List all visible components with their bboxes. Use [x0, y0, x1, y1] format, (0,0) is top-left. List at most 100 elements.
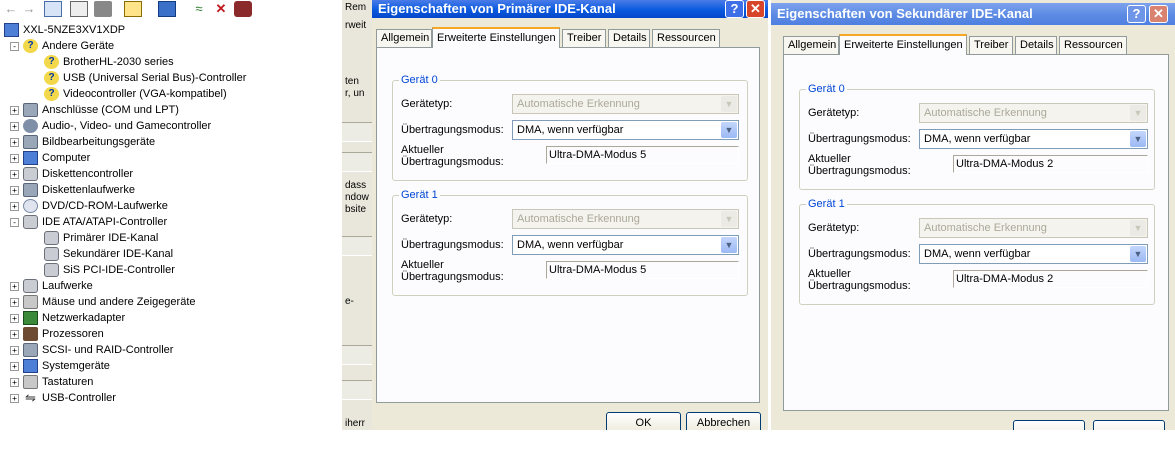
expand-icon[interactable]: + [10, 138, 19, 147]
chevron-down-icon[interactable]: ▼ [1130, 246, 1146, 262]
help-button[interactable]: ? [725, 0, 744, 18]
tree-item[interactable]: + Anschlüsse (COM und LPT) [0, 102, 342, 118]
tree-item-label: IDE ATA/ATAPI-Controller [42, 216, 168, 228]
uninstall-icon[interactable]: ✕ [212, 1, 230, 17]
drive-icon [23, 279, 38, 293]
background-text: r, un [345, 88, 365, 99]
expand-icon[interactable]: + [10, 186, 19, 195]
back-arrow-icon[interactable]: ← [2, 1, 20, 17]
toolbar: ← → ≈ ✕ [0, 0, 342, 20]
tree-item-label: Videocontroller (VGA-kompatibel) [63, 88, 227, 100]
tree-item[interactable]: + Audio-, Video- und Gamecontroller [0, 118, 342, 134]
transfer-mode-select[interactable]: DMA, wenn verfügbar ▼ [512, 120, 739, 140]
background-text: e- [345, 296, 354, 307]
expand-icon[interactable]: + [10, 170, 19, 179]
transfer-mode-value: DMA, wenn verfügbar [517, 239, 624, 251]
expand-icon[interactable]: + [10, 346, 19, 355]
chevron-down-icon[interactable]: ▼ [1130, 131, 1146, 147]
tab-treiber[interactable]: Treiber [562, 29, 606, 47]
collapse-icon[interactable]: - [10, 218, 19, 227]
tree-item[interactable]: + DVD/CD-ROM-Laufwerke [0, 198, 342, 214]
transfer-mode-value: DMA, wenn verfügbar [924, 248, 1031, 260]
ok-button[interactable]: OK [606, 412, 681, 430]
help-icon: ? [1132, 6, 1141, 21]
tree-item[interactable]: + SCSI- und RAID-Controller [0, 342, 342, 358]
tree-item[interactable]: + Laufwerke [0, 278, 342, 294]
tree-item[interactable]: + Mäuse und andere Zeigegeräte [0, 294, 342, 310]
forward-arrow-icon[interactable]: → [20, 1, 38, 17]
expand-icon[interactable]: + [10, 330, 19, 339]
controller-icon [44, 231, 59, 245]
properties-icon[interactable] [70, 1, 88, 17]
tree-item-label: Sekundärer IDE-Kanal [63, 248, 174, 260]
group-title: Gerät 0 [399, 73, 440, 87]
tree-item[interactable]: XXL-5NZE3XV1XDP [0, 22, 342, 38]
close-button[interactable]: ✕ [746, 0, 765, 18]
help-icon[interactable] [124, 1, 142, 17]
expand-icon[interactable]: + [10, 378, 19, 387]
print-icon[interactable] [94, 1, 112, 17]
expand-icon[interactable]: + [10, 106, 19, 115]
tree-item[interactable]: + Computer [0, 150, 342, 166]
tab-treiber[interactable]: Treiber [969, 36, 1013, 54]
update-driver-icon[interactable]: ≈ [190, 1, 208, 17]
disable-icon[interactable] [234, 1, 252, 17]
tree-item[interactable]: + Netzwerkadapter [0, 310, 342, 326]
close-button[interactable]: ✕ [1149, 5, 1168, 23]
separator [342, 236, 372, 256]
keyboard-icon [23, 375, 38, 389]
tree-item[interactable]: Primärer IDE-Kanal [0, 230, 342, 246]
transfer-mode-select[interactable]: DMA, wenn verfügbar ▼ [919, 244, 1148, 264]
tree-item[interactable]: + Bildbearbeitungsgeräte [0, 134, 342, 150]
transfer-mode-select[interactable]: DMA, wenn verfügbar ▼ [512, 235, 739, 255]
tree-item[interactable]: + Tastaturen [0, 374, 342, 390]
expand-icon[interactable]: + [10, 362, 19, 371]
tree-item[interactable]: ? USB (Universal Serial Bus)-Controller [0, 70, 342, 86]
tree-item[interactable]: ? Videocontroller (VGA-kompatibel) [0, 86, 342, 102]
tree-item[interactable]: + ⇋ USB-Controller [0, 390, 342, 406]
group-title: Gerät 0 [806, 82, 847, 96]
tab-details[interactable]: Details [608, 29, 650, 47]
tab-allgemein[interactable]: Allgemein [783, 36, 839, 54]
cancel-button[interactable]: Abbrechen [686, 412, 761, 430]
device-type-value: Automatische Erkennung [924, 222, 1047, 234]
device-1-group: Gerät 1 Gerätetyp: Automatische Erkennun… [392, 188, 748, 296]
current-mode-value: Ultra-DMA-Modus 2 [956, 273, 1054, 285]
tree-item[interactable]: Sekundärer IDE-Kanal [0, 246, 342, 262]
show-hide-tree-icon[interactable] [44, 1, 62, 17]
tree-item[interactable]: + Prozessoren [0, 326, 342, 342]
tab-details[interactable]: Details [1015, 36, 1057, 54]
expand-icon[interactable]: + [10, 154, 19, 163]
dialog-title: Eigenschaften von Sekundärer IDE-Kanal [777, 6, 1033, 21]
tree-item[interactable]: - IDE ATA/ATAPI-Controller [0, 214, 342, 230]
separator [342, 345, 372, 365]
tab-strip: Allgemein Erweiterte Einstellungen Treib… [783, 34, 1169, 55]
transfer-mode-select[interactable]: DMA, wenn verfügbar ▼ [919, 129, 1148, 149]
expand-icon[interactable]: + [10, 202, 19, 211]
tree-item[interactable]: + Diskettenlaufwerke [0, 182, 342, 198]
expand-icon[interactable]: + [10, 282, 19, 291]
transfer-mode-value: DMA, wenn verfügbar [924, 133, 1031, 145]
cancel-button[interactable] [1093, 420, 1165, 430]
collapse-icon[interactable]: - [10, 42, 19, 51]
tab-ressourcen[interactable]: Ressourcen [1059, 36, 1127, 54]
chevron-down-icon[interactable]: ▼ [721, 237, 737, 253]
tree-item[interactable]: SiS PCI-IDE-Controller [0, 262, 342, 278]
tab-ressourcen[interactable]: Ressourcen [652, 29, 720, 47]
ok-button[interactable] [1013, 420, 1085, 430]
chevron-down-icon[interactable]: ▼ [721, 122, 737, 138]
tab-erweiterte-einstellungen[interactable]: Erweiterte Einstellungen [432, 27, 560, 48]
tree-item[interactable]: + Systemgeräte [0, 358, 342, 374]
expand-icon[interactable]: + [10, 314, 19, 323]
expand-icon[interactable]: + [10, 394, 19, 403]
tree-item[interactable]: + Diskettencontroller [0, 166, 342, 182]
scan-hardware-icon[interactable] [158, 1, 176, 17]
tab-erweiterte-einstellungen[interactable]: Erweiterte Einstellungen [839, 34, 967, 55]
expand-icon[interactable]: + [10, 298, 19, 307]
help-button[interactable]: ? [1127, 5, 1146, 23]
tab-allgemein[interactable]: Allgemein [376, 29, 432, 47]
device-manager: ← → ≈ ✕ XXL-5NZE3XV1XDP -? Andere Geräte? B… [0, 0, 342, 430]
expand-icon[interactable]: + [10, 122, 19, 131]
tree-item[interactable]: ? BrotherHL-2030 series [0, 54, 342, 70]
tree-item[interactable]: -? Andere Geräte [0, 38, 342, 54]
